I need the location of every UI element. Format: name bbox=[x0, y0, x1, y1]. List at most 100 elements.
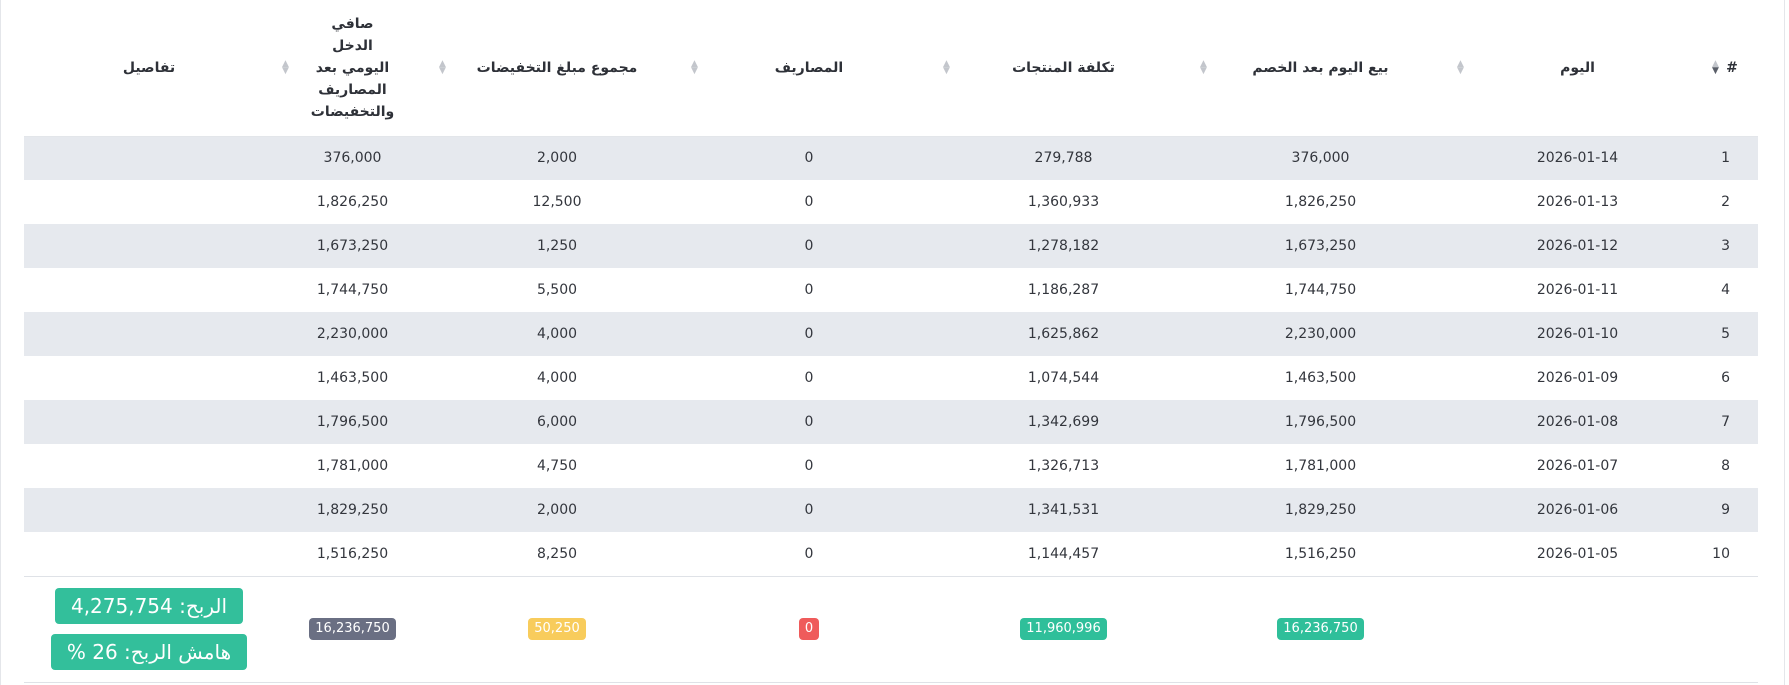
cell-day: 2026-01-14 bbox=[1449, 136, 1706, 180]
header-discounts-label: مجموع مبلغ التخفيضات bbox=[476, 59, 638, 76]
cell-net: 1,516,250 bbox=[274, 532, 431, 576]
cell-details bbox=[24, 532, 274, 576]
cell-expenses: 0 bbox=[683, 532, 935, 576]
totals-discounts-cell: 50,250 bbox=[431, 575, 683, 683]
header-net-line: صافي bbox=[331, 15, 374, 32]
cell-sales: 1,744,750 bbox=[1192, 268, 1449, 312]
cell-sales: 1,673,250 bbox=[1192, 224, 1449, 268]
cell-details bbox=[24, 136, 274, 180]
cell-discounts: 1,250 bbox=[431, 224, 683, 268]
totals-num-cell bbox=[1706, 575, 1758, 683]
cell-discounts: 2,000 bbox=[431, 488, 683, 532]
cell-net: 2,230,000 bbox=[274, 312, 431, 356]
cell-day: 2026-01-13 bbox=[1449, 180, 1706, 224]
sort-both-icon[interactable]: ▲ ▼ bbox=[282, 59, 289, 75]
cell-expenses: 0 bbox=[683, 224, 935, 268]
cell-expenses: 0 bbox=[683, 400, 935, 444]
cell-net: 1,744,750 bbox=[274, 268, 431, 312]
header-sales-label: بيع اليوم بعد الخصم bbox=[1252, 59, 1389, 76]
sort-desc-icon[interactable]: ▲ ▼ bbox=[1712, 59, 1719, 75]
cell-details bbox=[24, 488, 274, 532]
cell-net: 1,829,250 bbox=[274, 488, 431, 532]
cell-cost: 1,074,544 bbox=[935, 356, 1192, 400]
cell-day: 2026-01-06 bbox=[1449, 488, 1706, 532]
header-day[interactable]: اليوم ▲ ▼ bbox=[1449, 0, 1706, 137]
table-row: 2 2026-01-13 1,826,250 1,360,933 0 12,500 1,82… bbox=[24, 180, 1758, 224]
table-row: 4 2026-01-11 1,744,750 1,186,287 0 5,500 1,744… bbox=[24, 268, 1758, 312]
header-expenses[interactable]: المصاريف ▲ ▼ bbox=[683, 0, 935, 137]
cell-num: 6 bbox=[1706, 356, 1758, 400]
table-row: 9 2026-01-06 1,829,250 1,341,531 0 2,000 1,829… bbox=[24, 488, 1758, 532]
cell-num: 7 bbox=[1706, 400, 1758, 444]
cell-expenses: 0 bbox=[683, 136, 935, 180]
header-num-label: # bbox=[1726, 59, 1738, 76]
left-border bbox=[0, 0, 1, 685]
totals-net-cell: 16,236,750 bbox=[274, 575, 431, 683]
cell-cost: 1,341,531 bbox=[935, 488, 1192, 532]
cell-discounts: 2,000 bbox=[431, 136, 683, 180]
profit-box: الربح: 4,275,754 bbox=[54, 588, 244, 624]
cell-details bbox=[24, 268, 274, 312]
header-details: تفاصيل bbox=[24, 0, 274, 137]
cell-cost: 1,278,182 bbox=[935, 224, 1192, 268]
cell-sales: 376,000 bbox=[1192, 136, 1449, 180]
cell-expenses: 0 bbox=[683, 356, 935, 400]
header-net-line: والتخفيضات bbox=[310, 103, 395, 120]
cell-num: 9 bbox=[1706, 488, 1758, 532]
header-details-label: تفاصيل bbox=[122, 59, 176, 76]
cell-expenses: 0 bbox=[683, 444, 935, 488]
cell-day: 2026-01-09 bbox=[1449, 356, 1706, 400]
total-cost-badge: 11,960,996 bbox=[1020, 618, 1107, 640]
table-header-row: # ▲ ▼ اليوم ▲ ▼ بيع اليوم بعد الخصم ▲ ▼ تكل… bbox=[24, 0, 1758, 137]
cell-num: 10 bbox=[1706, 532, 1758, 576]
daily-income-table: # ▲ ▼ اليوم ▲ ▼ بيع اليوم بعد الخصم ▲ ▼ تكل… bbox=[24, 0, 1758, 683]
cell-net: 1,673,250 bbox=[274, 224, 431, 268]
cell-net: 376,000 bbox=[274, 136, 431, 180]
table-row: 6 2026-01-09 1,463,500 1,074,544 0 4,000 1,463… bbox=[24, 356, 1758, 400]
cell-discounts: 12,500 bbox=[431, 180, 683, 224]
right-border bbox=[1784, 0, 1785, 685]
cell-discounts: 6,000 bbox=[431, 400, 683, 444]
header-net-line: المصاريف bbox=[318, 81, 387, 98]
cell-expenses: 0 bbox=[683, 488, 935, 532]
table-row: 5 2026-01-10 2,230,000 1,625,862 0 4,000 2,230… bbox=[24, 312, 1758, 356]
cell-expenses: 0 bbox=[683, 268, 935, 312]
header-net-line: اليومي بعد bbox=[315, 59, 390, 76]
header-net-income[interactable]: صافي الدخل اليومي بعد المصاريف والتخفيضا… bbox=[274, 0, 431, 137]
cell-num: 1 bbox=[1706, 136, 1758, 180]
header-products-cost[interactable]: تكلفة المنتجات ▲ ▼ bbox=[935, 0, 1192, 137]
cell-cost: 1,186,287 bbox=[935, 268, 1192, 312]
cell-details bbox=[24, 356, 274, 400]
page: # ▲ ▼ اليوم ▲ ▼ بيع اليوم بعد الخصم ▲ ▼ تكل… bbox=[0, 0, 1789, 685]
totals-cost-cell: 11,960,996 bbox=[935, 575, 1192, 683]
header-discounts-total[interactable]: مجموع مبلغ التخفيضات ▲ ▼ bbox=[431, 0, 683, 137]
cell-discounts: 4,750 bbox=[431, 444, 683, 488]
cell-day: 2026-01-07 bbox=[1449, 444, 1706, 488]
table-row: 3 2026-01-12 1,673,250 1,278,182 0 1,250 1,673… bbox=[24, 224, 1758, 268]
profit-margin-box: هامش الربح: 26 % bbox=[50, 634, 248, 670]
cell-details bbox=[24, 400, 274, 444]
header-cost-label: تكلفة المنتجات bbox=[1012, 59, 1115, 76]
cell-discounts: 4,000 bbox=[431, 356, 683, 400]
sort-both-icon[interactable]: ▲ ▼ bbox=[691, 59, 698, 75]
cell-sales: 1,781,000 bbox=[1192, 444, 1449, 488]
sort-both-icon[interactable]: ▲ ▼ bbox=[439, 59, 446, 75]
cell-net: 1,463,500 bbox=[274, 356, 431, 400]
cell-sales: 1,516,250 bbox=[1192, 532, 1449, 576]
sort-both-icon[interactable]: ▲ ▼ bbox=[1200, 59, 1207, 75]
table-row: 1 2026-01-14 376,000 279,788 0 2,000 376,000 bbox=[24, 136, 1758, 180]
cell-num: 2 bbox=[1706, 180, 1758, 224]
cell-net: 1,796,500 bbox=[274, 400, 431, 444]
cell-expenses: 0 bbox=[683, 312, 935, 356]
cell-cost: 1,625,862 bbox=[935, 312, 1192, 356]
header-num[interactable]: # ▲ ▼ bbox=[1706, 0, 1758, 137]
cell-cost: 1,360,933 bbox=[935, 180, 1192, 224]
cell-cost: 279,788 bbox=[935, 136, 1192, 180]
sort-both-icon[interactable]: ▲ ▼ bbox=[943, 59, 950, 75]
table-row: 7 2026-01-08 1,796,500 1,342,699 0 6,000 1,796… bbox=[24, 400, 1758, 444]
cell-details bbox=[24, 312, 274, 356]
cell-discounts: 5,500 bbox=[431, 268, 683, 312]
sort-both-icon[interactable]: ▲ ▼ bbox=[1457, 59, 1464, 75]
header-sales-after-discount[interactable]: بيع اليوم بعد الخصم ▲ ▼ bbox=[1192, 0, 1449, 137]
header-day-label: اليوم bbox=[1560, 59, 1595, 76]
